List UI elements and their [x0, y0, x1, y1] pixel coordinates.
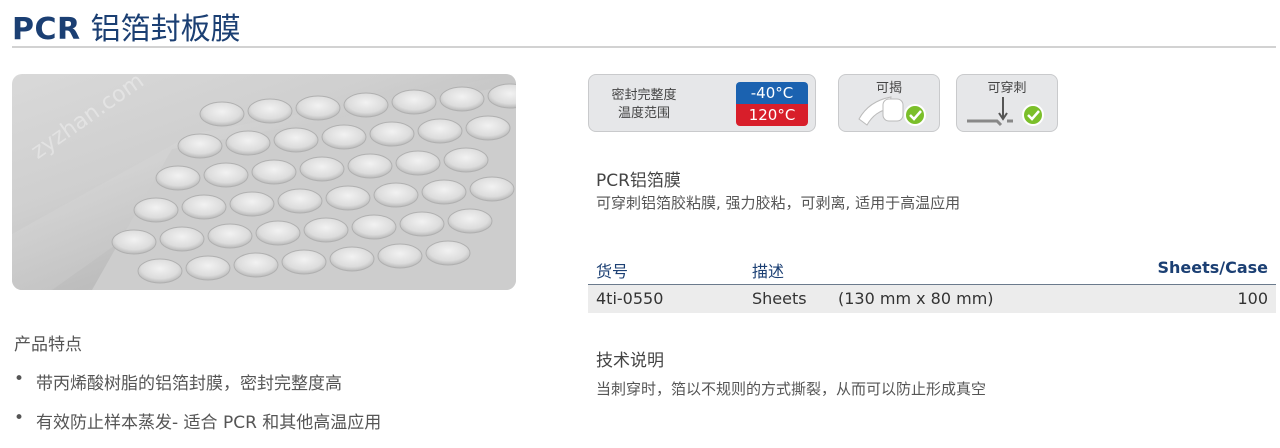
- plate-well: [373, 182, 419, 208]
- table-header: 货号 描述 Sheets/Case: [588, 256, 1276, 285]
- temp-low-value: -40°C: [736, 82, 808, 104]
- plate-well: [177, 133, 223, 159]
- plate-well: [299, 156, 345, 182]
- product-photo: zyzhan.com: [12, 74, 516, 290]
- plate-well: [159, 226, 205, 252]
- temperature-label-line2: 温度范围: [617, 106, 670, 121]
- plate-well: [347, 153, 393, 179]
- plate-well: [247, 98, 293, 124]
- cell-desc: Sheets: [752, 289, 807, 308]
- page-header: PCR 铝箔封板膜: [12, 4, 241, 47]
- pierceable-badge: 可穿刺: [956, 74, 1058, 132]
- plate-well: [255, 220, 301, 246]
- pierce-check-icon: [967, 97, 1044, 127]
- product-table: 货号 描述 Sheets/Case 4ti-0550 Sheets (130 m…: [588, 256, 1276, 313]
- product-name: PCR铝箔膜: [596, 171, 681, 191]
- plate-well: [325, 185, 371, 211]
- plate-well: [351, 214, 397, 240]
- plate-well: [251, 159, 297, 185]
- table-row: 4ti-0550 Sheets (130 mm x 80 mm) 100: [588, 285, 1276, 313]
- plate-well: [447, 208, 493, 234]
- plate-well: [321, 124, 367, 150]
- watermark-text: zyzhan.com: [1104, 344, 1227, 441]
- plate-well: [417, 118, 463, 144]
- plate-well: [343, 92, 389, 118]
- page-title-en: PCR: [12, 12, 81, 47]
- header-code: 货号: [596, 262, 629, 281]
- plate-well: [229, 191, 275, 217]
- plate-well: [399, 211, 445, 237]
- plate-well: [395, 150, 441, 176]
- plate-well: [377, 243, 423, 269]
- plate-well: [295, 95, 341, 121]
- plate-well: [391, 89, 437, 115]
- plate-well: [329, 246, 375, 272]
- plate-well: [111, 229, 157, 255]
- plate-well: [133, 197, 179, 223]
- cell-size: (130 mm x 80 mm): [838, 289, 994, 308]
- feature-item: • 有效防止样本蒸发- 适合 PCR 和其他高温应用: [14, 408, 381, 433]
- bullet-icon: •: [14, 369, 25, 389]
- plate-well: [155, 165, 201, 191]
- header-desc: 描述: [752, 262, 785, 281]
- tech-title: 技术说明: [596, 351, 664, 371]
- features-title: 产品特点: [14, 335, 82, 355]
- plate-well: [225, 130, 271, 156]
- temperature-label-line1: 密封完整度: [611, 88, 677, 103]
- temperature-label: 密封完整度 温度范围: [599, 87, 689, 123]
- feature-text: 有效防止样本蒸发- 适合 PCR 和其他高温应用: [36, 413, 382, 433]
- header-divider: [12, 46, 1276, 48]
- cell-qty: 100: [1237, 289, 1268, 308]
- plate-well: [303, 217, 349, 243]
- plate-well: [469, 176, 515, 202]
- plate-well: [439, 86, 485, 112]
- plate-well: [181, 194, 227, 220]
- plate-well: [465, 115, 511, 141]
- plate-well: [233, 252, 279, 278]
- header-qty: Sheets/Case: [1157, 258, 1268, 277]
- page-title-cn: 铝箔封板膜: [90, 12, 241, 47]
- feature-text: 带丙烯酸树脂的铝箔封膜，密封完整度高: [36, 374, 342, 394]
- plate-well: [421, 179, 467, 205]
- plate-well: [185, 255, 231, 281]
- plate-well: [369, 121, 415, 147]
- plate-well: [203, 162, 249, 188]
- plate-well: [281, 249, 327, 275]
- features-section: 产品特点 • 带丙烯酸树脂的铝箔封膜，密封完整度高 • 有效防止样本蒸发- 适合…: [14, 330, 381, 433]
- product-description: 可穿刺铝箔胶粘膜, 强力胶粘，可剥离, 适用于高温应用: [596, 194, 961, 212]
- peel-check-icon: [858, 96, 926, 126]
- peelable-badge: 可揭: [838, 74, 940, 132]
- plate-well: [273, 127, 319, 153]
- plate-well: [277, 188, 323, 214]
- plate-well: [425, 240, 471, 266]
- tech-text: 当刺穿时，箔以不规则的方式撕裂，从而可以防止形成真空: [596, 380, 987, 398]
- temp-high-value: 120°C: [736, 104, 808, 126]
- plate-well: [207, 223, 253, 249]
- plate-well: [443, 147, 489, 173]
- feature-item: • 带丙烯酸树脂的铝箔封膜，密封完整度高: [14, 369, 381, 394]
- plate-well: [199, 101, 245, 127]
- bullet-icon: •: [14, 408, 25, 428]
- plate-well: [137, 258, 183, 284]
- cell-code: 4ti-0550: [596, 289, 664, 308]
